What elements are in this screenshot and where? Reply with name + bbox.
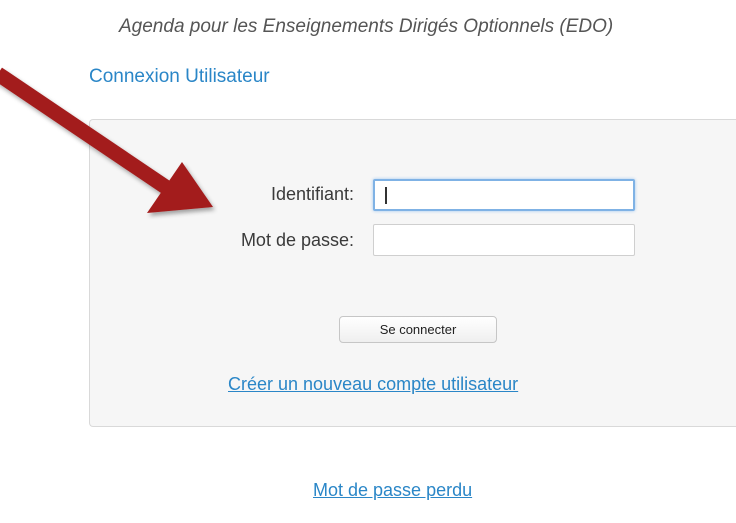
create-account-link[interactable]: Créer un nouveau compte utilisateur	[228, 374, 518, 395]
password-label: Mot de passe:	[240, 230, 354, 250]
login-section-title: Connexion Utilisateur	[89, 66, 270, 87]
lost-password-link[interactable]: Mot de passe perdu	[313, 480, 472, 501]
text-caret	[385, 187, 387, 204]
login-page: Agenda pour les Enseignements Dirigés Op…	[0, 0, 736, 523]
password-input[interactable]	[373, 224, 635, 256]
username-label: Identifiant:	[270, 184, 354, 204]
login-panel: Identifiant: Mot de passe: Se connecter …	[89, 119, 736, 427]
login-button[interactable]: Se connecter	[339, 316, 497, 343]
username-input[interactable]	[373, 179, 635, 211]
page-subtitle: Agenda pour les Enseignements Dirigés Op…	[119, 16, 614, 37]
